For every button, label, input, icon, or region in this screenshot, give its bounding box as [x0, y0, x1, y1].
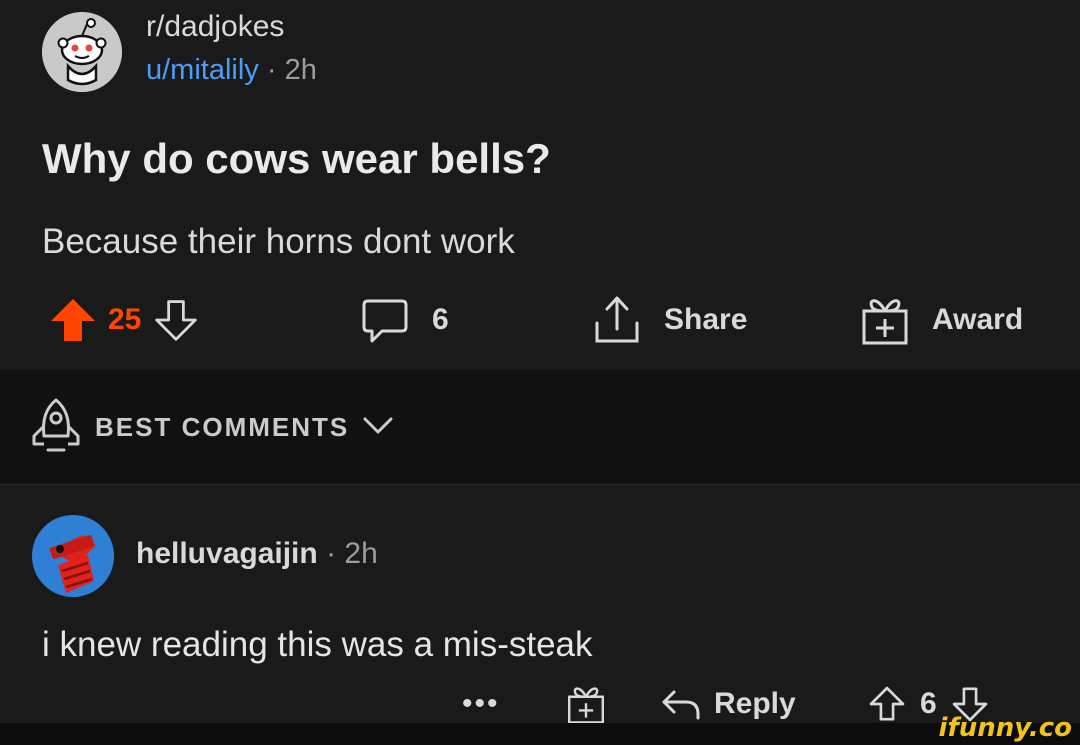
gift-icon — [862, 299, 908, 345]
comment-bubble-icon — [362, 299, 408, 343]
avatar-image — [32, 515, 114, 597]
comment-sort-bar[interactable]: BEST COMMENTS — [0, 370, 1080, 485]
comment-score: 6 — [920, 687, 937, 720]
post-author[interactable]: u/mitalily — [146, 54, 259, 86]
comments-button[interactable]: 6 — [360, 290, 449, 350]
comment-author[interactable]: helluvagaijin — [136, 537, 318, 570]
award-button[interactable]: Award — [860, 290, 1023, 350]
comment-upvote-button[interactable] — [868, 684, 906, 724]
comment: helluvagaijin · 2h i knew reading this w… — [0, 485, 1080, 745]
comment-award-button[interactable] — [566, 680, 606, 728]
snoo-icon — [42, 12, 122, 92]
comment-count: 6 — [432, 303, 449, 336]
reply-arrow-icon — [662, 690, 700, 720]
share-button[interactable]: Share — [592, 290, 747, 350]
more-options-button[interactable]: ••• — [462, 680, 500, 728]
vote-group: 25 — [48, 290, 199, 350]
post-action-bar: 25 6 Share Award — [0, 290, 1080, 350]
subreddit-avatar[interactable] — [42, 12, 122, 92]
share-label: Share — [664, 303, 748, 336]
sort-label: BEST COMMENTS — [95, 412, 350, 442]
comment-action-bar: ••• Reply 6 — [0, 680, 1080, 728]
downvote-arrow-icon — [155, 300, 198, 341]
upvote-count: 25 — [108, 303, 142, 336]
chevron-down-icon — [362, 416, 394, 436]
downvote-button[interactable] — [153, 297, 199, 343]
meta-separator: · — [266, 54, 277, 86]
post-card: r/dadjokes u/mitalily · 2h Why do cows w… — [0, 0, 1080, 370]
award-label: Award — [932, 303, 1024, 336]
subreddit-name[interactable]: r/dadjokes — [146, 10, 284, 44]
rocket-icon — [30, 396, 82, 456]
reply-label: Reply — [714, 687, 796, 720]
watermark: ifunny.co — [938, 713, 1072, 743]
upvote-arrow-icon — [51, 299, 95, 341]
post-title[interactable]: Why do cows wear bells? — [42, 135, 551, 183]
post-body: Because their horns dont work — [42, 222, 515, 261]
comment-body: i knew reading this was a mis-steak — [42, 625, 593, 664]
comment-age: 2h — [344, 537, 378, 570]
commenter-avatar[interactable] — [32, 515, 114, 597]
reply-button[interactable]: Reply — [660, 680, 796, 728]
comment-meta-separator: · — [326, 537, 337, 570]
share-icon — [595, 296, 639, 343]
upvote-arrow-icon — [869, 686, 905, 721]
more-options-icon: ••• — [462, 687, 500, 720]
post-age: 2h — [284, 54, 317, 86]
comment-meta: helluvagaijin · 2h — [136, 537, 378, 571]
gift-icon — [568, 687, 604, 724]
upvote-button[interactable] — [48, 295, 98, 345]
bottom-strip — [0, 723, 1080, 745]
post-meta: u/mitalily · 2h — [146, 54, 317, 87]
